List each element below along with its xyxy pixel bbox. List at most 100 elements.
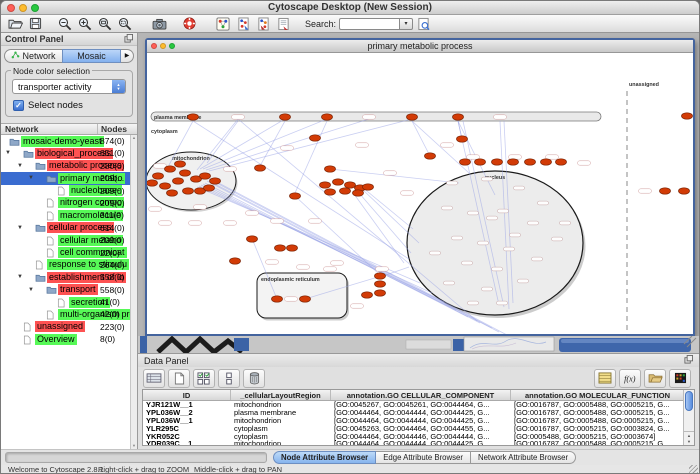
- expand-arrow-icon[interactable]: ▼: [28, 287, 34, 293]
- network-node[interactable]: [200, 173, 211, 179]
- attribute-select-icon[interactable]: [143, 369, 165, 388]
- table-column-header[interactable]: annotation.GO CELLULAR_COMPONENT: [331, 390, 511, 400]
- tree-row[interactable]: ▼primary metabo209(...: [1, 172, 137, 184]
- network-node[interactable]: [363, 184, 374, 190]
- scrollbar-arrows[interactable]: ▲▼: [684, 431, 694, 445]
- network-node[interactable]: [204, 185, 215, 191]
- tree-row[interactable]: unassigned223(0): [1, 321, 137, 333]
- network-node[interactable]: [425, 153, 436, 159]
- network-node[interactable]: [160, 183, 171, 189]
- tree-row[interactable]: ▼establishment of lo558(0): [1, 271, 137, 283]
- table-scrollbar[interactable]: ▲▼: [683, 390, 694, 445]
- network-node[interactable]: [325, 189, 336, 195]
- expand-arrow-icon[interactable]: ▼: [17, 163, 23, 169]
- maximize-button[interactable]: [31, 4, 39, 12]
- network-node[interactable]: [188, 114, 199, 120]
- float-panel-icon[interactable]: [124, 34, 133, 45]
- table-cell[interactable]: [GO:0016787, GO:0005488, GO:0005215, G..…: [511, 439, 685, 446]
- table-row[interactable]: YDR039C__1mitochondrion[GO:0044464, GO:0…: [143, 440, 694, 446]
- expand-arrow-icon[interactable]: ▼: [17, 225, 23, 231]
- tree-row[interactable]: nitrogen compo209(0): [1, 197, 137, 209]
- node-color-dropdown[interactable]: transporter activity ▲▼: [12, 79, 126, 94]
- zoom-selected-icon[interactable]: [115, 16, 135, 32]
- network-node[interactable]: [460, 159, 471, 165]
- resize-grip[interactable]: [689, 465, 698, 474]
- network-node[interactable]: [167, 190, 178, 196]
- zoom-out-icon[interactable]: [55, 16, 75, 32]
- tree-row[interactable]: secretion41(0): [1, 296, 137, 308]
- network-node[interactable]: [679, 188, 690, 194]
- save-session-icon[interactable]: [25, 16, 45, 32]
- expand-arrow-icon[interactable]: ▼: [28, 175, 34, 181]
- minimize-button[interactable]: [19, 4, 27, 12]
- tree-row[interactable]: response to stimulu264(0): [1, 259, 137, 271]
- network-node[interactable]: [280, 114, 291, 120]
- tab-node-attribute-browser[interactable]: Node Attribute Browser: [273, 451, 376, 464]
- table-cell[interactable]: mitochondrion: [231, 439, 331, 446]
- network-node[interactable]: [453, 114, 464, 120]
- tree-row[interactable]: ▼cellular process614(0): [1, 222, 137, 234]
- network-node[interactable]: [287, 245, 298, 251]
- network-node[interactable]: [325, 166, 336, 172]
- network-node[interactable]: [165, 166, 176, 172]
- expand-arrow-icon[interactable]: ▼: [17, 274, 23, 280]
- create-network-view-icon[interactable]: [213, 16, 233, 32]
- help-lifering-icon[interactable]: [179, 16, 199, 32]
- network-node[interactable]: [375, 290, 386, 296]
- scroll-up-icon[interactable]: ▲: [132, 135, 136, 141]
- network-node[interactable]: [173, 178, 184, 184]
- network-node[interactable]: [272, 296, 283, 302]
- expand-arrow-icon[interactable]: ▼: [5, 150, 11, 156]
- delete-attribute-icon[interactable]: [243, 369, 265, 388]
- table-column-header[interactable]: _cellularLayoutRegion: [231, 390, 331, 400]
- network-node[interactable]: [375, 281, 386, 287]
- net-close-button[interactable]: [151, 43, 157, 49]
- network-node[interactable]: [210, 178, 221, 184]
- network-node[interactable]: [345, 182, 356, 188]
- net-minimize-button[interactable]: [160, 43, 166, 49]
- network-node[interactable]: [247, 236, 258, 242]
- import-network-icon[interactable]: [233, 16, 253, 32]
- table-column-header[interactable]: annotation.GO MOLECULAR_FUNCTION: [511, 390, 685, 400]
- network-node[interactable]: [407, 114, 418, 120]
- network-node[interactable]: [310, 135, 321, 141]
- network-node[interactable]: [320, 182, 331, 188]
- select-nodes-checkbox[interactable]: ✓: [13, 100, 24, 111]
- network-node[interactable]: [180, 170, 191, 176]
- network-node[interactable]: [290, 193, 301, 199]
- tree-col-network[interactable]: Network: [1, 124, 98, 134]
- unselect-attributes-icon[interactable]: [218, 369, 240, 388]
- table-cell[interactable]: YDR039C__1: [143, 439, 231, 446]
- network-node[interactable]: [147, 180, 158, 186]
- tree-row[interactable]: macromolecule311(0): [1, 209, 137, 221]
- tab-mosaic[interactable]: Mosaic: [62, 49, 121, 63]
- network-node[interactable]: [333, 179, 344, 185]
- tree-row[interactable]: mosaic-demo-yeast874(0): [1, 135, 137, 147]
- network-node[interactable]: [183, 188, 194, 194]
- tab-network-attribute-browser[interactable]: Network Attribute Browser: [471, 451, 576, 464]
- tab-network[interactable]: Network: [4, 49, 62, 63]
- function-builder-icon[interactable]: f(x): [619, 369, 641, 388]
- data-panel-float-icon[interactable]: [684, 355, 693, 366]
- tree-row[interactable]: multi-organism pro42(0): [1, 308, 137, 320]
- table-column-header[interactable]: ID: [143, 390, 231, 400]
- table-cell[interactable]: [GO:0044464, GO:0044444, GO:0044425, G..…: [331, 439, 511, 446]
- tab-edge-attribute-browser[interactable]: Edge Attribute Browser: [376, 451, 471, 464]
- tree-row[interactable]: ▼transport558(0): [1, 284, 137, 296]
- network-node[interactable]: [682, 113, 693, 119]
- select-attributes-icon[interactable]: [193, 369, 215, 388]
- search-input[interactable]: [339, 18, 399, 30]
- network-node[interactable]: [175, 161, 186, 167]
- network-node[interactable]: [375, 273, 386, 279]
- network-node[interactable]: [322, 114, 333, 120]
- attribute-list-icon[interactable]: [594, 369, 616, 388]
- network-node[interactable]: [353, 190, 364, 196]
- net-maximize-button[interactable]: [169, 43, 175, 49]
- zoom-in-icon[interactable]: [75, 16, 95, 32]
- network-node[interactable]: [457, 136, 468, 142]
- import-attributes-icon[interactable]: [253, 16, 273, 32]
- new-attribute-icon[interactable]: [168, 369, 190, 388]
- network-node[interactable]: [153, 173, 164, 179]
- tree-row[interactable]: ▼metabolic process280(0): [1, 160, 137, 172]
- network-node[interactable]: [475, 159, 486, 165]
